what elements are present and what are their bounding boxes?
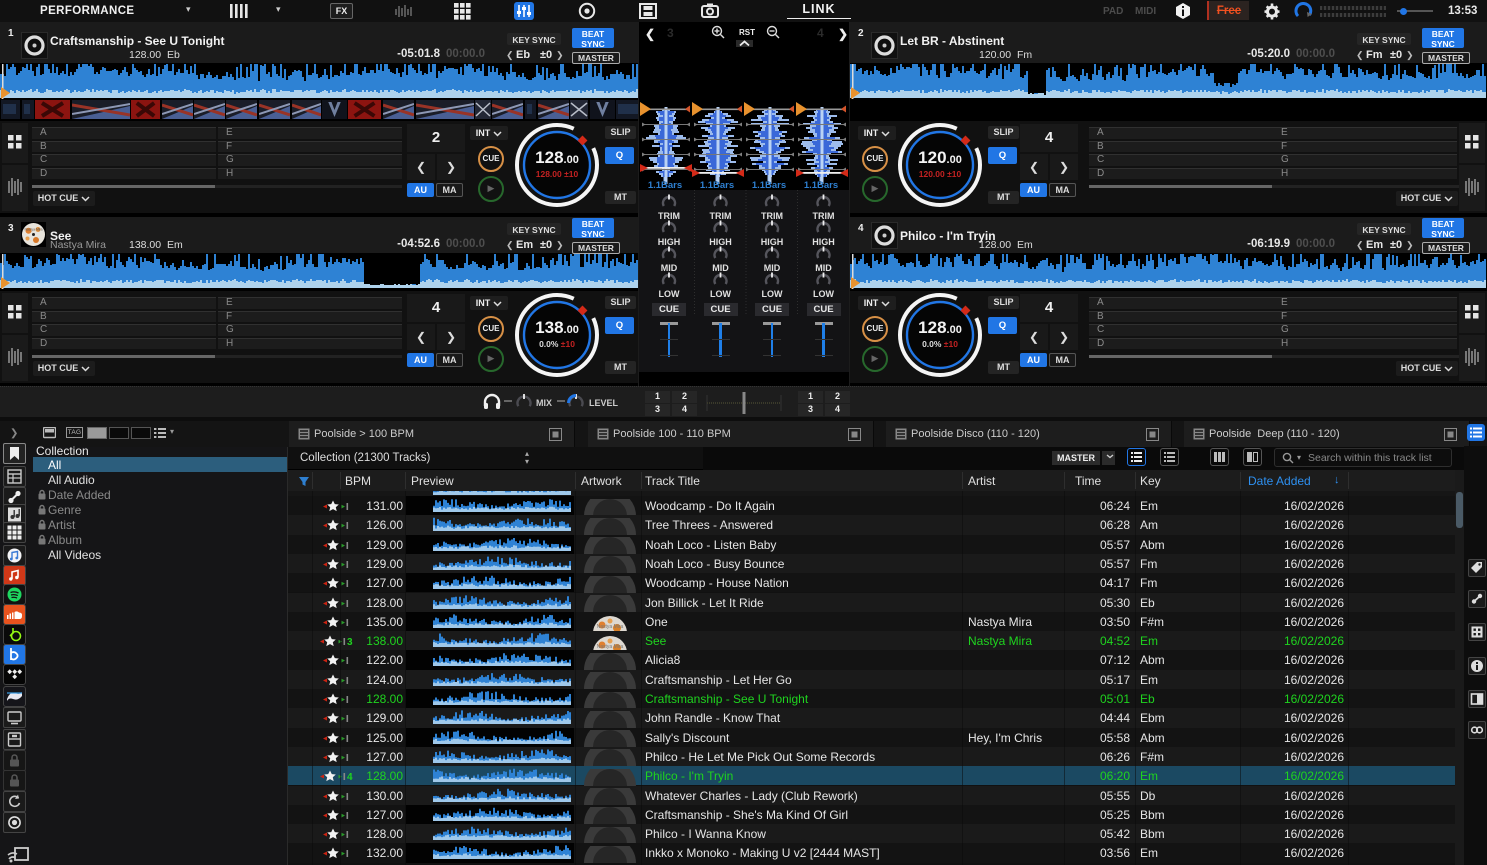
svg-text:Nastya Mira: Nastya Mira	[597, 624, 624, 630]
svg-text:Nastya Mira: Nastya Mira	[597, 644, 624, 650]
svg-text:Nastya Mira: Nastya Mira	[24, 227, 42, 231]
